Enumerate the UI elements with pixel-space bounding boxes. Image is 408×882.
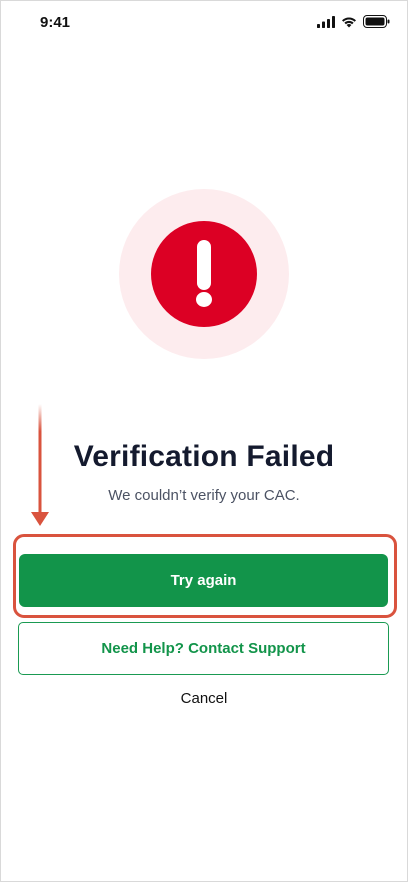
try-again-button[interactable]: Try again: [19, 554, 388, 607]
exclamation-dot: [196, 292, 212, 307]
page-subtitle: We couldn’t verify your CAC.: [108, 487, 300, 504]
status-icons: [317, 15, 390, 33]
exclamation-alert-icon: [151, 221, 257, 327]
cancel-button[interactable]: Cancel: [154, 686, 254, 710]
contact-support-button[interactable]: Need Help? Contact Support: [18, 622, 389, 675]
page-title: Verification Failed: [73, 440, 335, 473]
status-bar: 9:41: [0, 0, 408, 48]
annotation-arrow-icon: [31, 404, 49, 526]
battery-icon: [363, 15, 390, 33]
exclamation-bar: [197, 240, 211, 290]
wifi-icon: [341, 15, 357, 33]
cellular-signal-icon: [317, 15, 335, 33]
status-time: 9:41: [40, 14, 71, 31]
